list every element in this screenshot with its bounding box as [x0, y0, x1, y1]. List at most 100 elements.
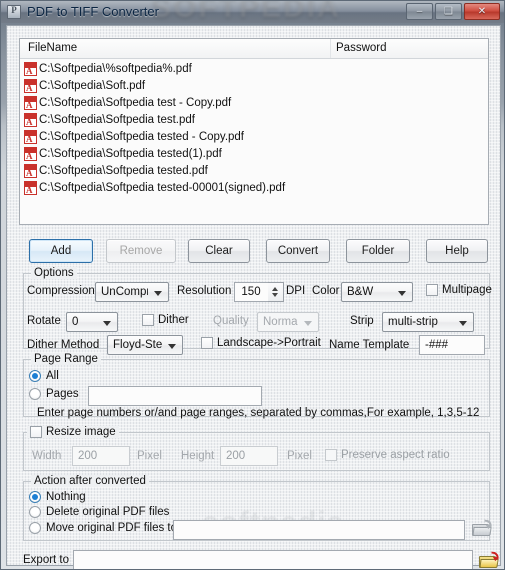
multipage-label: Multipage	[442, 284, 492, 296]
radio-dot	[29, 506, 41, 518]
action-group-legend: Action after converted	[31, 475, 149, 487]
file-list-row[interactable]: C:\Softpedia\Softpedia test.pdf	[20, 111, 488, 128]
width-unit-label: Pixel	[137, 450, 162, 462]
convert-button[interactable]: Convert	[266, 239, 330, 263]
file-list-row[interactable]: C:\Softpedia\Softpedia tested - Copy.pdf	[20, 128, 488, 145]
resize-image-label: Resize image	[46, 426, 116, 438]
action-move-radio[interactable]: Move original PDF files to	[29, 522, 177, 534]
file-name-cell: C:\Softpedia\Softpedia test.pdf	[39, 113, 195, 126]
file-name-cell: C:\Softpedia\Softpedia tested - Copy.pdf	[39, 130, 244, 143]
name-template-label: Name Template	[329, 339, 410, 351]
compression-select[interactable]: UnCompres	[95, 282, 169, 302]
strip-label: Strip	[350, 315, 374, 327]
stepper-down-icon[interactable]	[272, 293, 278, 297]
dither-method-value: Floyd-Steinb	[113, 339, 162, 351]
name-template-value: -###	[425, 339, 449, 351]
chevron-down-icon	[304, 321, 312, 326]
column-header-password[interactable]: Password	[336, 42, 387, 54]
chevron-down-icon	[154, 291, 162, 296]
action-delete-label: Delete original PDF files	[46, 506, 170, 518]
dither-label: Dither	[158, 314, 189, 326]
file-list-row[interactable]: C:\Softpedia\Softpedia tested.pdf	[20, 162, 488, 179]
file-list-rows: C:\Softpedia\%softpedia%.pdf C:\Softpedia…	[20, 60, 488, 224]
clear-button[interactable]: Clear	[188, 239, 250, 263]
page-range-pages-radio[interactable]: Pages	[29, 388, 79, 400]
softpedia-watermark: SOFTPEDIA	[151, 0, 341, 24]
height-value: 200	[226, 450, 246, 462]
folder-button-label: Folder	[361, 245, 395, 257]
folder-button[interactable]: Folder	[346, 239, 410, 263]
maximize-button[interactable]: ❑	[435, 3, 462, 20]
action-nothing-radio[interactable]: Nothing	[29, 491, 86, 503]
minimize-button[interactable]: –	[406, 3, 433, 20]
preserve-aspect-ratio-label: Preserve aspect ratio	[341, 449, 450, 461]
pdf-file-icon	[24, 180, 37, 195]
color-select[interactable]: B&W	[341, 282, 413, 302]
radio-dot	[29, 522, 41, 534]
stepper-up-icon[interactable]	[272, 287, 278, 291]
file-list-row[interactable]: C:\Softpedia\Soft.pdf	[20, 77, 488, 94]
action-nothing-label: Nothing	[46, 491, 86, 503]
height-input: 200	[220, 446, 278, 466]
resize-image-checkbox[interactable]: Resize image	[27, 426, 119, 438]
file-list-row[interactable]: C:\Softpedia\%softpedia%.pdf	[20, 60, 488, 77]
file-list-row[interactable]: C:\Softpedia\Softpedia test - Copy.pdf	[20, 94, 488, 111]
pdf-file-icon	[24, 163, 37, 178]
move-browse-folder-icon[interactable]	[472, 519, 493, 536]
help-button-label: Help	[445, 245, 469, 257]
page-range-all-radio[interactable]: All	[29, 370, 59, 382]
quality-label: Quality	[213, 315, 249, 327]
strip-select[interactable]: multi-strip	[382, 312, 474, 332]
checkbox-box	[426, 284, 438, 296]
file-list-row[interactable]: C:\Softpedia\Softpedia tested-00001(sign…	[20, 179, 488, 196]
checkbox-box	[142, 314, 154, 326]
page-range-all-label: All	[46, 370, 59, 382]
help-button[interactable]: Help	[426, 239, 488, 263]
page-range-pages-label: Pages	[46, 388, 79, 400]
clear-button-label: Clear	[205, 245, 233, 257]
file-name-cell: C:\Softpedia\Softpedia tested.pdf	[39, 164, 208, 177]
remove-button-label: Remove	[119, 245, 163, 257]
compression-value: UnCompres	[101, 286, 148, 298]
color-value: B&W	[347, 286, 374, 298]
folder-arrow	[490, 551, 500, 560]
pdf-file-icon	[24, 112, 37, 127]
page-range-input[interactable]	[88, 386, 262, 406]
preserve-aspect-ratio-checkbox: Preserve aspect ratio	[325, 449, 450, 461]
move-path-input[interactable]	[173, 520, 465, 540]
maximize-icon: ❑	[444, 6, 453, 17]
file-list[interactable]: FileName Password C:\Softpedia\%softpedi…	[19, 38, 489, 225]
rotate-select[interactable]: 0	[66, 312, 118, 332]
header-separator	[330, 39, 331, 58]
dither-method-select[interactable]: Floyd-Steinb	[107, 335, 183, 355]
close-button[interactable]: ✕	[464, 3, 500, 20]
landscape-portrait-checkbox[interactable]: Landscape->Portrait	[201, 337, 321, 349]
column-header-filename[interactable]: FileName	[28, 42, 77, 54]
file-list-row[interactable]: C:\Softpedia\Softpedia tested(1).pdf	[20, 145, 488, 162]
dither-method-label: Dither Method	[27, 339, 100, 351]
checkbox-box	[201, 337, 213, 349]
pdf-file-icon	[24, 129, 37, 144]
title-bar[interactable]: SOFTPEDIA PDF to TIFF Converter – ❑ ✕	[1, 0, 504, 24]
dither-checkbox[interactable]: Dither	[142, 314, 189, 326]
rotate-label: Rotate	[27, 315, 61, 327]
radio-dot	[29, 388, 41, 400]
resolution-value: 150	[241, 286, 261, 298]
multipage-checkbox[interactable]: Multipage	[426, 284, 492, 296]
name-template-input[interactable]: -###	[419, 335, 485, 355]
chevron-down-icon	[398, 291, 406, 296]
export-path-input[interactable]	[73, 550, 473, 569]
options-group-legend: Options	[31, 267, 77, 279]
resolution-stepper[interactable]	[268, 282, 284, 302]
export-browse-folder-icon[interactable]	[479, 551, 500, 568]
add-button-label: Add	[50, 245, 72, 257]
chevron-down-icon	[103, 321, 111, 326]
action-delete-radio[interactable]: Delete original PDF files	[29, 506, 169, 518]
width-label: Width	[32, 450, 62, 462]
file-name-cell: C:\Softpedia\Softpedia tested(1).pdf	[39, 147, 222, 160]
export-to-label: Export to	[23, 554, 70, 566]
add-button[interactable]: Add	[29, 239, 93, 263]
file-list-header: FileName Password	[20, 39, 488, 59]
pdf-file-icon	[24, 61, 37, 76]
checkbox-box	[325, 449, 337, 461]
